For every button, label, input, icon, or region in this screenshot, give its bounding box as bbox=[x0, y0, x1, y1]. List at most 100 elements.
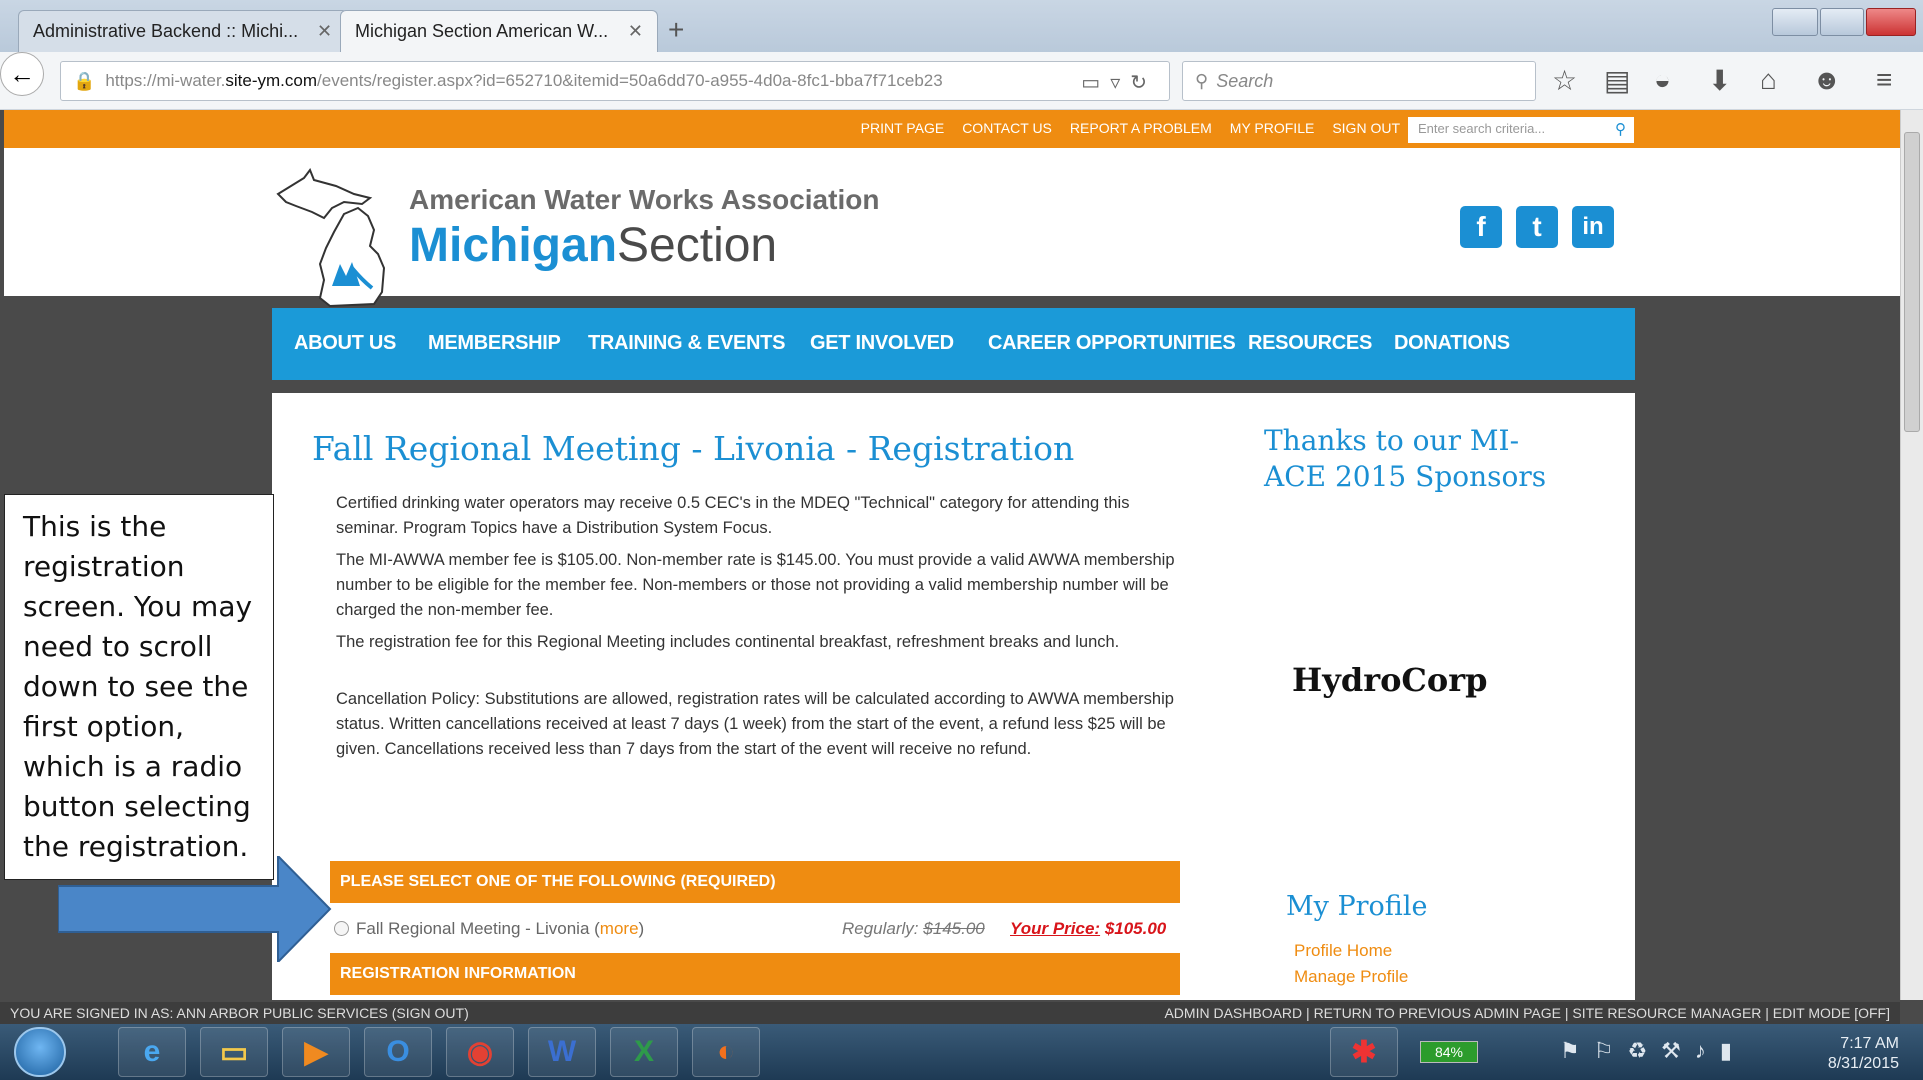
regular-price: Regularly: $145.00 bbox=[842, 919, 985, 939]
reader-reload-icons[interactable]: ▭▿↻ bbox=[1081, 70, 1157, 95]
paragraph-cancellation: Cancellation Policy: Substitutions are a… bbox=[336, 690, 1174, 758]
close-icon[interactable]: ✕ bbox=[317, 21, 332, 42]
signed-in-text[interactable]: YOU ARE SIGNED IN AS: ANN ARBOR PUBLIC S… bbox=[10, 1005, 469, 1021]
minimize-button[interactable] bbox=[1772, 8, 1818, 36]
section-name-bold: Michigan bbox=[409, 219, 618, 272]
print-page-link[interactable]: PRINT PAGE bbox=[861, 120, 945, 136]
nav-get-involved[interactable]: GET INVOLVED bbox=[810, 332, 954, 355]
site-search-input[interactable]: Enter search criteria... ⚲ bbox=[1408, 117, 1634, 143]
admin-bar: YOU ARE SIGNED IN AS: ANN ARBOR PUBLIC S… bbox=[0, 1002, 1900, 1024]
content-panel: Fall Regional Meeting - Livonia - Regist… bbox=[272, 393, 1635, 1000]
page-scrollbar[interactable] bbox=[1900, 110, 1923, 1000]
profile-home-link[interactable]: Profile Home bbox=[1294, 941, 1392, 961]
manage-profile-link[interactable]: Manage Profile bbox=[1294, 967, 1408, 987]
url-domain: site-ym.com bbox=[225, 71, 318, 90]
browser-search-input[interactable]: ⚲ Search bbox=[1182, 61, 1536, 101]
site-search-placeholder: Enter search criteria... bbox=[1418, 121, 1546, 136]
internet-explorer-icon[interactable]: e bbox=[118, 1027, 186, 1077]
home-icon[interactable]: ⌂ bbox=[1760, 64, 1777, 96]
start-button[interactable] bbox=[14, 1027, 66, 1077]
excel-icon[interactable]: X bbox=[610, 1027, 678, 1077]
regular-price-label: Regularly: bbox=[842, 919, 919, 938]
site-header: American Water Works Association Michiga… bbox=[4, 148, 1900, 308]
clock-date: 8/31/2015 bbox=[1827, 1055, 1899, 1072]
registration-option-row[interactable]: Fall Regional Meeting - Livonia (more) R… bbox=[330, 913, 1180, 945]
lock-icon: 🔒 bbox=[73, 70, 96, 91]
main-nav: ABOUT US MEMBERSHIP TRAINING & EVENTS GE… bbox=[272, 308, 1635, 380]
your-price-value: $105.00 bbox=[1104, 919, 1167, 938]
nav-resources[interactable]: RESOURCES bbox=[1248, 332, 1372, 355]
menu-icon[interactable]: ≡ bbox=[1876, 64, 1892, 96]
download-icon[interactable]: ⬇ bbox=[1708, 64, 1731, 97]
tab-michigan-section[interactable]: Michigan Section American W... ✕ bbox=[340, 10, 658, 52]
paragraph-fees: The MI-AWWA member fee is $105.00. Non-m… bbox=[336, 551, 1175, 619]
org-name: American Water Works Association bbox=[409, 184, 880, 215]
section-name: MichiganSection bbox=[409, 218, 777, 273]
reading-list-icon[interactable]: ▤ bbox=[1604, 64, 1630, 97]
tray-app-icon[interactable]: ✱ bbox=[1330, 1027, 1398, 1077]
option-label-text: Fall Regional Meeting - Livonia bbox=[356, 919, 590, 938]
select-option-header: PLEASE SELECT ONE OF THE FOLLOWING (REQU… bbox=[330, 861, 1180, 903]
nav-donations[interactable]: DONATIONS bbox=[1394, 332, 1510, 355]
search-icon[interactable]: ⚲ bbox=[1615, 120, 1626, 138]
windows-taskbar: e ▭ ▶ O ◉ W X ◐ ✱ 84% ⚑⚐♻⚒♪▮ 7:17 AM 8/3… bbox=[0, 1024, 1923, 1080]
report-problem-link[interactable]: REPORT A PROBLEM bbox=[1070, 120, 1212, 136]
michigan-logo-icon[interactable] bbox=[274, 168, 414, 318]
file-explorer-icon[interactable]: ▭ bbox=[200, 1027, 268, 1077]
registration-info-header: REGISTRATION INFORMATION bbox=[330, 953, 1180, 995]
sign-out-link[interactable]: SIGN OUT bbox=[1332, 120, 1400, 136]
tab-title: Michigan Section American W... bbox=[355, 21, 609, 41]
registration-radio[interactable] bbox=[334, 921, 349, 936]
new-tab-icon[interactable]: + bbox=[668, 14, 684, 46]
url-path: /events/register.aspx?id=652710&itemid=5… bbox=[317, 71, 943, 90]
chat-icon[interactable]: ☻ bbox=[1812, 64, 1841, 96]
section-name-rest: Section bbox=[617, 219, 778, 272]
system-tray-icons[interactable]: ⚑⚐♻⚒♪▮ bbox=[1560, 1038, 1746, 1064]
profile-heading: My Profile bbox=[1286, 891, 1428, 922]
paragraph-cec: Certified drinking water operators may r… bbox=[336, 494, 1130, 537]
scrollbar-thumb[interactable] bbox=[1904, 132, 1920, 432]
word-icon[interactable]: W bbox=[528, 1027, 596, 1077]
your-price-label: Your Price: bbox=[1010, 919, 1101, 938]
back-arrow-icon[interactable]: ← bbox=[0, 52, 44, 96]
firefox-icon[interactable]: ◐ bbox=[692, 1027, 760, 1077]
admin-links[interactable]: ADMIN DASHBOARD | RETURN TO PREVIOUS ADM… bbox=[1164, 1005, 1890, 1021]
system-clock[interactable]: 7:17 AM 8/31/2015 bbox=[1828, 1034, 1899, 1074]
utility-links: PRINT PAGE CONTACT US REPORT A PROBLEM M… bbox=[861, 120, 1400, 136]
annotation-arrow-icon bbox=[58, 856, 332, 962]
bookmark-star-icon[interactable]: ☆ bbox=[1552, 64, 1577, 97]
option-label: Fall Regional Meeting - Livonia (more) bbox=[356, 919, 645, 938]
browser-tab-bar: Administrative Backend :: Michi... ✕ Mic… bbox=[0, 0, 1923, 52]
outlook-icon[interactable]: O bbox=[364, 1027, 432, 1077]
linkedin-icon[interactable]: in bbox=[1572, 206, 1614, 248]
media-player-icon[interactable]: ▶ bbox=[282, 1027, 350, 1077]
chrome-icon[interactable]: ◉ bbox=[446, 1027, 514, 1077]
my-profile-link[interactable]: MY PROFILE bbox=[1230, 120, 1315, 136]
sponsors-heading: Thanks to our MI-ACE 2015 Sponsors bbox=[1264, 424, 1547, 493]
annotation-callout: This is the registration screen. You may… bbox=[4, 494, 274, 880]
sponsor-logo[interactable]: HydroCorp bbox=[1292, 661, 1487, 699]
search-placeholder: Search bbox=[1216, 70, 1274, 91]
regular-price-value: $145.00 bbox=[923, 919, 985, 938]
pocket-icon[interactable]: ◒ bbox=[1654, 64, 1671, 96]
nav-training-events[interactable]: TRAINING & EVENTS bbox=[588, 332, 785, 355]
your-price: Your Price: $105.00 bbox=[1010, 919, 1166, 939]
close-window-button[interactable] bbox=[1866, 8, 1916, 36]
search-icon: ⚲ bbox=[1195, 70, 1209, 91]
nav-about-us[interactable]: ABOUT US bbox=[294, 332, 396, 355]
close-icon[interactable]: ✕ bbox=[628, 21, 643, 42]
nav-membership[interactable]: MEMBERSHIP bbox=[428, 332, 561, 355]
nav-career-opportunities[interactable]: CAREER OPPORTUNITIES bbox=[988, 332, 1236, 355]
browser-nav-bar: ← 🔒 https://mi-water. site-ym.com/events/… bbox=[0, 52, 1923, 110]
tab-admin-backend[interactable]: Administrative Backend :: Michi... ✕ bbox=[18, 10, 348, 52]
contact-us-link[interactable]: CONTACT US bbox=[962, 120, 1052, 136]
tab-title: Administrative Backend :: Michi... bbox=[33, 21, 299, 41]
facebook-icon[interactable]: f bbox=[1460, 206, 1502, 248]
page-title: Fall Regional Meeting - Livonia - Regist… bbox=[312, 429, 1075, 468]
maximize-button[interactable] bbox=[1820, 8, 1864, 36]
paragraph-includes: The registration fee for this Regional M… bbox=[336, 633, 1120, 651]
battery-indicator[interactable]: 84% bbox=[1420, 1041, 1478, 1063]
url-bar[interactable]: 🔒 https://mi-water. site-ym.com/events/re… bbox=[60, 61, 1170, 101]
twitter-icon[interactable]: t bbox=[1516, 206, 1558, 248]
more-link[interactable]: more bbox=[600, 919, 639, 938]
